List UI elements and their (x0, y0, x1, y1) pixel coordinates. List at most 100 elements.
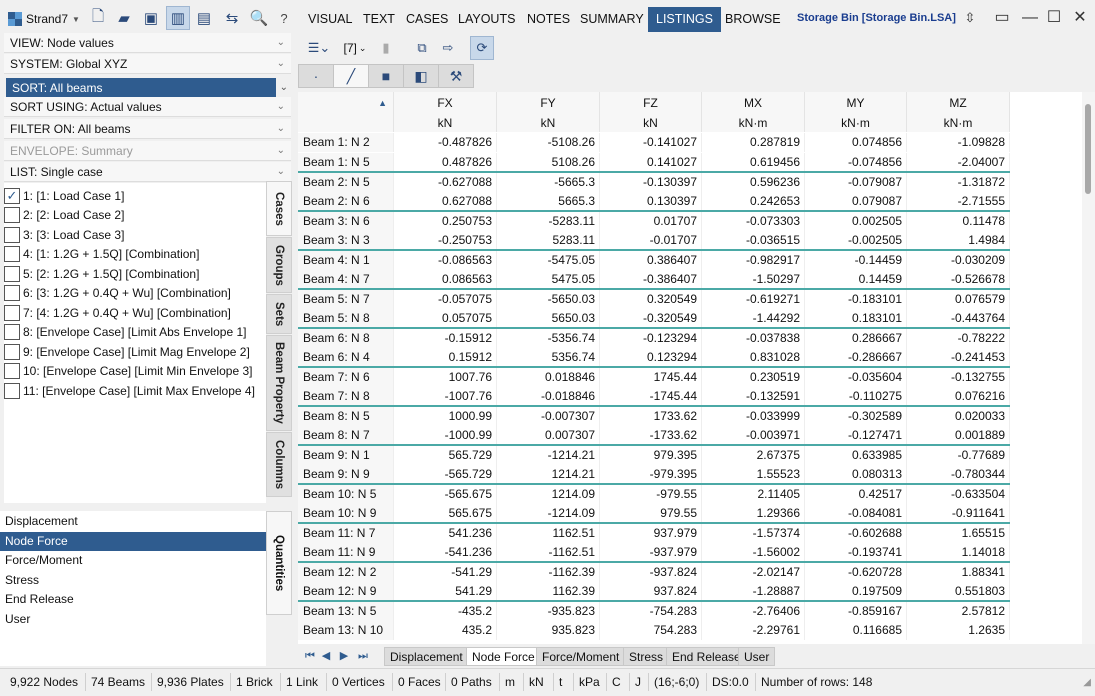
refresh-icon[interactable]: ⟳ (470, 36, 494, 60)
column-header-mz[interactable]: MZ kN·m (907, 92, 1010, 132)
results-grid[interactable]: ▲ FX kN FY kN FZ kN MX kN·m MY kN·m MZ kN·m Beam 1: N… (298, 92, 1082, 644)
quantity-item[interactable]: Force/Moment (0, 551, 266, 570)
column-header-fz[interactable]: FZ kN (600, 92, 702, 132)
tab-cases[interactable]: Cases (266, 181, 292, 236)
link-entity-icon[interactable]: ⚒ (438, 64, 474, 88)
menu-browse[interactable]: BROWSE (717, 7, 789, 32)
case-item[interactable]: 10: [Envelope Case] [Limit Min Envelope … (4, 362, 266, 381)
sheet-tab-end-release[interactable]: End Release (666, 647, 747, 666)
table-row[interactable]: Beam 10: N 9 565.675 -1214.09 979.55 1.29366… (298, 503, 1010, 524)
sheet-tab-user[interactable]: User (738, 647, 776, 666)
menu-text[interactable]: TEXT (355, 7, 403, 32)
resize-grip-icon[interactable]: ◢ (1083, 677, 1091, 688)
checkbox[interactable] (4, 324, 20, 340)
menu-layouts[interactable]: LAYOUTS (450, 7, 523, 32)
tab-beam-property[interactable]: Beam Property (266, 335, 292, 431)
quantity-item[interactable]: Displacement (0, 512, 266, 531)
menu-notes[interactable]: NOTES (519, 7, 578, 32)
table-row[interactable]: Beam 7: N 8 -1007.76 -0.018846 -1745.44 -0.1… (298, 386, 1010, 407)
tab-sets[interactable]: Sets (266, 294, 292, 334)
columns-icon[interactable]: ▮ (380, 36, 392, 60)
case-item[interactable]: 3: [3: Load Case 3] (4, 225, 266, 244)
case-item[interactable]: ✓ 1: [1: Load Case 1] (4, 186, 266, 205)
scrollbar-thumb[interactable] (1085, 104, 1091, 194)
close-icon[interactable]: ✕ (1068, 6, 1092, 30)
checkbox[interactable] (4, 207, 20, 223)
first-sheet-icon[interactable]: ⏮ (302, 648, 318, 664)
next-sheet-icon[interactable]: ▶ (336, 648, 352, 664)
sort-select[interactable]: SORT: All beams ⌄ (6, 78, 288, 98)
table-row[interactable]: Beam 7: N 6 1007.76 0.018846 1745.44 0.23051… (298, 366, 1010, 387)
table-row[interactable]: Beam 2: N 6 0.627088 5665.3 0.130397 0.24265… (298, 191, 1010, 212)
table-row[interactable]: Beam 4: N 1 -0.086563 -5475.05 0.386407 -0.9… (298, 249, 1010, 270)
case-item[interactable]: 2: [2: Load Case 2] (4, 206, 266, 225)
brick-entity-icon[interactable]: ◧ (403, 64, 439, 88)
list-select[interactable]: LIST: Single case ⌄ (4, 162, 291, 182)
column-header-mx[interactable]: MX kN·m (702, 92, 805, 132)
tab-columns[interactable]: Columns (266, 432, 292, 497)
table-row[interactable]: Beam 11: N 7 541.236 1162.51 937.979 -1.5737… (298, 522, 1010, 543)
sheet-tab-displacement[interactable]: Displacement (384, 647, 469, 666)
table-row[interactable]: Beam 6: N 8 -0.15912 -5356.74 -0.123294 -0.0… (298, 327, 1010, 348)
table-row[interactable]: Beam 5: N 7 -0.057075 -5650.03 0.320549 -0.6… (298, 288, 1010, 309)
table-row[interactable]: Beam 1: N 2 -0.487826 -5108.26 -0.141027 0.2… (298, 133, 1010, 153)
system-select[interactable]: SYSTEM: Global XYZ ⌄ (4, 54, 291, 74)
table-row[interactable]: Beam 9: N 9 -565.729 1214.21 -979.395 1.5552… (298, 464, 1010, 485)
compare-icon[interactable]: ⇆ (220, 6, 244, 30)
table-row[interactable]: Beam 2: N 5 -0.627088 -5665.3 -0.130397 0.59… (298, 171, 1010, 192)
table-row[interactable]: Beam 5: N 8 0.057075 5650.03 -0.320549 -1.44… (298, 308, 1010, 329)
tab-groups[interactable]: Groups (266, 237, 292, 293)
case-item[interactable]: 9: [Envelope Case] [Limit Mag Envelope 2… (4, 342, 266, 361)
table-row[interactable]: Beam 12: N 2 -541.29 -1162.39 -937.824 -2.02… (298, 561, 1010, 582)
menu-listings[interactable]: LISTINGS (648, 7, 721, 32)
preview-icon[interactable]: 🔍 (247, 6, 271, 30)
sort-using-select[interactable]: SORT USING: Actual values ⌄ (4, 97, 291, 117)
tab-quantities[interactable]: Quantities (266, 511, 292, 615)
window-options-icon[interactable]: ⇳ (958, 6, 982, 30)
column-header-fy[interactable]: FY kN (497, 92, 600, 132)
maximize-icon[interactable]: ☐ (1042, 6, 1066, 30)
quantity-item[interactable]: Node Force (0, 531, 266, 551)
minimize-icon[interactable]: — (1018, 6, 1042, 30)
sheet-tab-force-moment[interactable]: Force/Moment (536, 647, 626, 666)
save-icon[interactable]: ▣ (139, 6, 163, 30)
table-row[interactable]: Beam 10: N 5 -565.675 1214.09 -979.55 2.1140… (298, 483, 1010, 504)
copy-icon[interactable]: ⧉ (410, 36, 434, 60)
table-row[interactable]: Beam 13: N 5 -435.2 -935.823 -754.283 -2.764… (298, 600, 1010, 621)
row-header-corner[interactable]: ▲ (298, 92, 394, 132)
column-header-fx[interactable]: FX kN (394, 92, 497, 132)
plate-entity-icon[interactable]: ■ (368, 64, 404, 88)
table-row[interactable]: Beam 1: N 5 0.487826 5108.26 0.141027 0.6194… (298, 152, 1010, 173)
checkbox[interactable] (4, 246, 20, 262)
table-row[interactable]: Beam 6: N 4 0.15912 5356.74 0.123294 0.83102… (298, 347, 1010, 368)
checkbox[interactable] (4, 382, 20, 399)
case-item[interactable]: 6: [3: 1.2G + 0.4Q + Wu] [Combination] (4, 284, 266, 303)
beam-entity-icon[interactable]: ╱ (333, 64, 369, 88)
results-icon[interactable]: ▥ (166, 6, 190, 30)
sheet-tab-stress[interactable]: Stress (623, 647, 670, 666)
quantity-item[interactable]: User (0, 610, 266, 629)
case-item[interactable]: 11: [Envelope Case] [Limit Max Envelope … (4, 381, 266, 400)
sort-ascending-icon[interactable]: ▲ (378, 98, 387, 108)
node-entity-icon[interactable]: · (298, 64, 334, 88)
quantity-item[interactable]: Stress (0, 571, 266, 590)
checkbox[interactable] (4, 285, 20, 301)
last-sheet-icon[interactable]: ⏭ (355, 648, 371, 664)
menu-summary[interactable]: SUMMARY (572, 7, 652, 32)
table-row[interactable]: Beam 3: N 6 0.250753 -5283.11 0.01707 -0.073… (298, 210, 1010, 231)
app-menu-button[interactable]: Strand7 ▼ (4, 6, 84, 32)
sheet-tab-node-force[interactable]: Node Force (466, 647, 541, 666)
checkbox[interactable] (4, 226, 20, 243)
table-row[interactable]: Beam 12: N 9 541.29 1162.39 937.824 -1.28887… (298, 581, 1010, 602)
checked-checkbox[interactable]: ✓ (4, 187, 20, 204)
case-item[interactable]: 5: [2: 1.2G + 1.5Q] [Combination] (4, 264, 266, 283)
list-options-icon[interactable]: ☰⌄ (304, 36, 334, 60)
checkbox[interactable] (4, 265, 20, 282)
restore-layout-icon[interactable]: ▭ (990, 6, 1014, 30)
table-row[interactable]: Beam 4: N 7 0.086563 5475.05 -0.386407 -1.50… (298, 269, 1010, 290)
checkbox[interactable] (4, 343, 20, 360)
report-icon[interactable]: ▤ (192, 6, 216, 30)
quantity-item[interactable]: End Release (0, 590, 266, 609)
help-icon[interactable]: ? (272, 6, 296, 30)
checkbox[interactable] (4, 304, 20, 321)
